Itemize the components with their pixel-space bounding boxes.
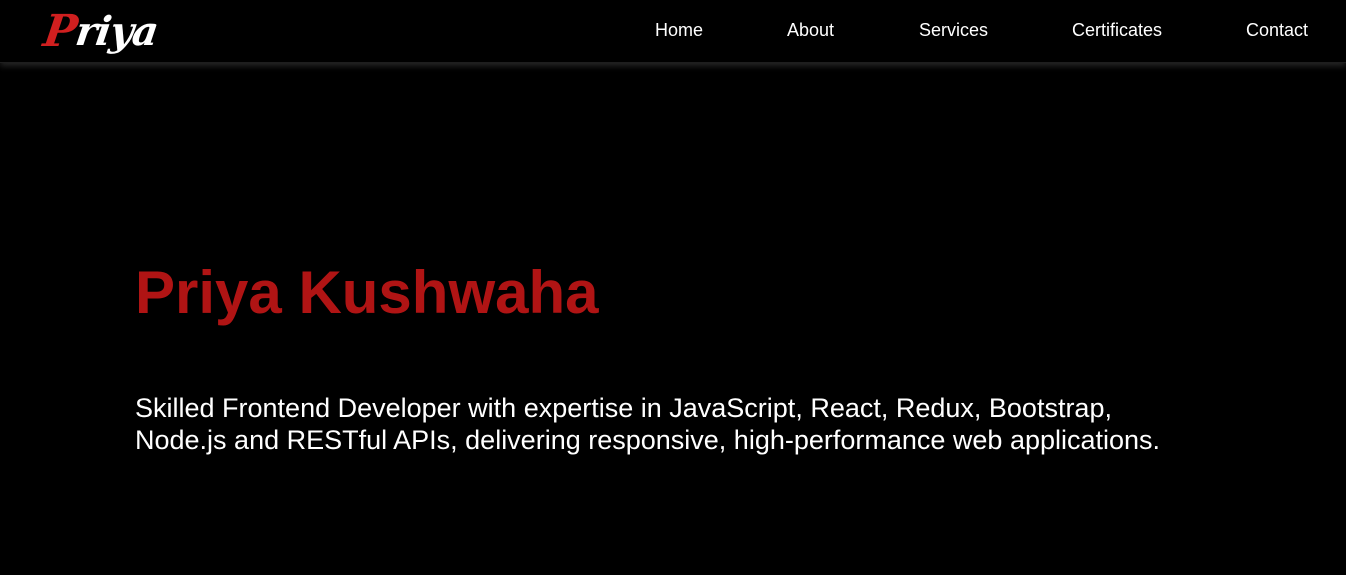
logo-text: riya <box>72 7 161 55</box>
brand-logo[interactable]: Priya <box>40 0 162 62</box>
hero-description: Skilled Frontend Developer with expertis… <box>135 392 1235 456</box>
navbar: Priya Home About Services Certificates C… <box>0 0 1346 63</box>
hero-description-line-1: Skilled Frontend Developer with expertis… <box>135 393 1112 423</box>
nav-link-contact[interactable]: Contact <box>1246 20 1308 41</box>
hero-name: Priya Kushwaha <box>135 259 599 326</box>
nav-link-home[interactable]: Home <box>655 20 703 41</box>
nav-link-certificates[interactable]: Certificates <box>1072 20 1162 41</box>
nav-link-about[interactable]: About <box>787 20 834 41</box>
nav-link-services[interactable]: Services <box>919 20 988 41</box>
portfolio-page: Priya Home About Services Certificates C… <box>0 0 1346 575</box>
hero-description-line-2: Node.js and RESTful APIs, delivering res… <box>135 425 1161 455</box>
